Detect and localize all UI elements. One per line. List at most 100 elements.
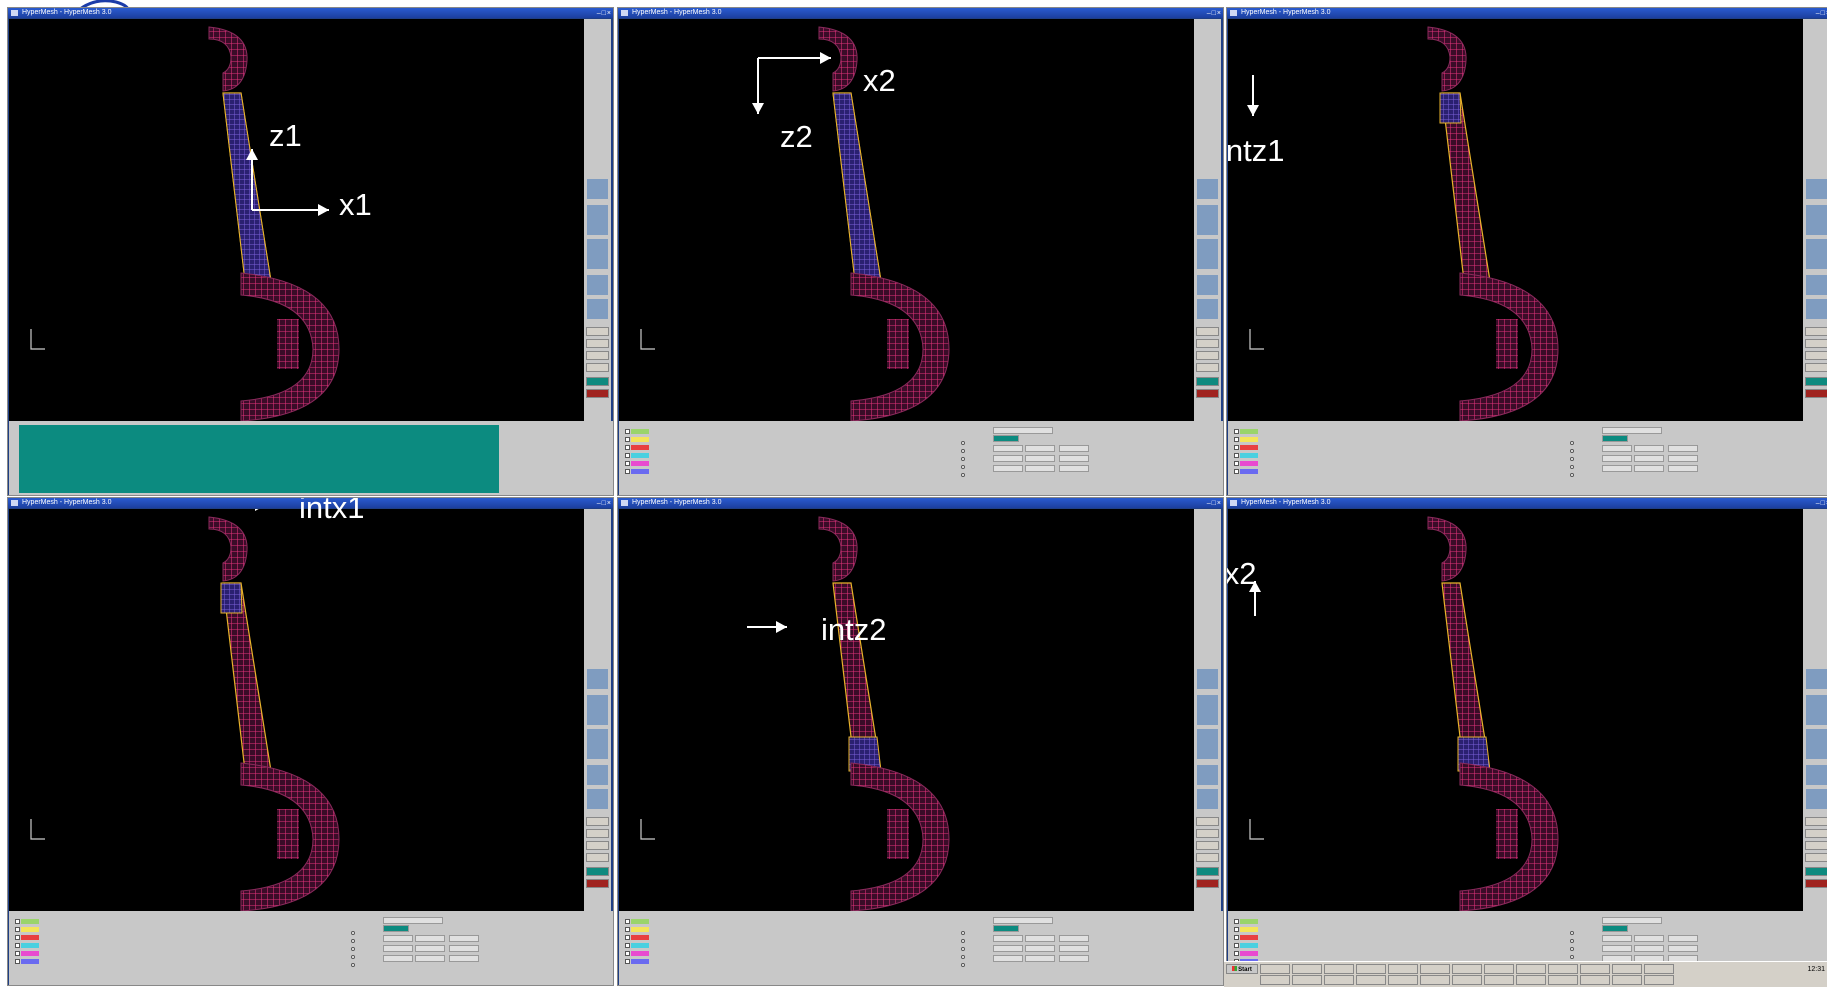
toolbar-button[interactable] [1196,817,1219,826]
option-radio[interactable] [351,939,355,943]
taskbar-item[interactable] [1644,964,1674,974]
component-row[interactable] [1234,467,1262,475]
option-radio[interactable] [961,947,965,951]
toolbar-button[interactable] [1196,339,1219,348]
help-button[interactable] [1805,377,1827,386]
menu-item[interactable] [362,427,429,437]
menu-item[interactable] [89,470,156,480]
option-button[interactable] [1025,955,1055,962]
option-radio[interactable] [351,931,355,935]
menu-item[interactable] [294,449,361,459]
menu-item[interactable] [430,438,497,448]
menu-item[interactable] [21,449,88,459]
component-row[interactable] [15,917,43,925]
taskbar-item[interactable] [1420,975,1450,985]
option-button[interactable] [1025,445,1055,452]
toolbar-button[interactable] [1805,351,1827,360]
taskbar-item[interactable] [1612,964,1642,974]
component-checkbox[interactable] [625,942,630,948]
toolbar-icon-group[interactable] [1197,239,1218,269]
component-row[interactable] [625,435,653,443]
graphics-viewport[interactable] [9,19,585,422]
maximize-icon[interactable]: □ [602,499,606,508]
menu-item[interactable] [362,459,429,469]
option-radio[interactable] [1570,441,1574,445]
taskbar-item[interactable] [1356,964,1386,974]
toolbar-button[interactable] [1196,351,1219,360]
option-radio[interactable] [961,955,965,959]
option-button[interactable] [449,935,479,942]
option-radio[interactable] [961,473,965,477]
toolbar-button[interactable] [1805,363,1827,372]
menu-item[interactable] [157,427,224,437]
taskbar-item[interactable] [1580,975,1610,985]
quit-button[interactable] [586,389,609,398]
toolbar-button[interactable] [586,327,609,336]
component-row[interactable] [625,443,653,451]
toolbar-icon-group[interactable] [587,299,608,319]
option-button[interactable] [1059,465,1089,472]
taskbar-item[interactable] [1420,964,1450,974]
option-button[interactable] [1668,445,1698,452]
menu-item[interactable] [89,427,156,437]
taskbar-item[interactable] [1484,964,1514,974]
toolbar-button[interactable] [586,829,609,838]
option-radio[interactable] [1570,465,1574,469]
option-button[interactable] [449,955,479,962]
toolbar-icon-group[interactable] [1806,789,1827,809]
option-button[interactable] [1602,445,1632,452]
option-button[interactable] [1602,945,1632,952]
taskbar-item[interactable] [1324,964,1354,974]
option-button[interactable] [1025,455,1055,462]
component-checkbox[interactable] [1234,918,1239,924]
menu-item[interactable] [89,438,156,448]
component-checkbox[interactable] [1234,926,1239,932]
option-button[interactable] [1025,935,1055,942]
taskbar-item[interactable] [1452,975,1482,985]
toolbar-button[interactable] [586,351,609,360]
menu-item[interactable] [362,470,429,480]
toolbar-button[interactable] [586,363,609,372]
toolbar-icon-group[interactable] [587,789,608,809]
menu-item[interactable] [89,449,156,459]
component-row[interactable] [1234,949,1262,957]
component-checkbox[interactable] [15,918,20,924]
toolbar-icon-group[interactable] [1197,275,1218,295]
close-icon[interactable]: × [607,499,611,508]
option-radio[interactable] [961,449,965,453]
graphics-viewport[interactable] [9,499,585,912]
toolbar-icon-group[interactable] [587,275,608,295]
quit-button[interactable] [1196,389,1219,398]
component-checkbox[interactable] [1234,468,1239,474]
stepper-control[interactable] [993,917,1053,924]
option-radio[interactable] [961,441,965,445]
option-button[interactable] [993,945,1023,952]
taskbar-item[interactable] [1452,964,1482,974]
option-radio[interactable] [1570,457,1574,461]
component-row[interactable] [625,925,653,933]
component-checkbox[interactable] [625,950,630,956]
toolbar-button[interactable] [1196,853,1219,862]
option-button[interactable] [1059,955,1089,962]
menu-item[interactable] [21,438,88,448]
option-radio[interactable] [961,931,965,935]
option-button[interactable] [383,935,413,942]
component-checkbox[interactable] [15,934,20,940]
toolbar-icon-group[interactable] [1806,299,1827,319]
menu-item[interactable] [21,459,88,469]
minimize-icon[interactable]: – [597,499,601,508]
component-checkbox[interactable] [625,934,630,940]
toolbar-icon-group[interactable] [1806,205,1827,235]
menu-item[interactable] [225,449,292,459]
toolbar-button[interactable] [586,853,609,862]
minimize-icon[interactable]: – [1207,9,1211,18]
menu-item[interactable] [430,481,497,491]
component-checkbox[interactable] [1234,452,1239,458]
toolbar-button[interactable] [586,841,609,850]
component-checkbox[interactable] [625,468,630,474]
option-button[interactable] [1602,455,1632,462]
component-checkbox[interactable] [625,958,630,964]
option-radio[interactable] [961,963,965,967]
toolbar-icon-group[interactable] [1806,765,1827,785]
taskbar-item[interactable] [1516,964,1546,974]
